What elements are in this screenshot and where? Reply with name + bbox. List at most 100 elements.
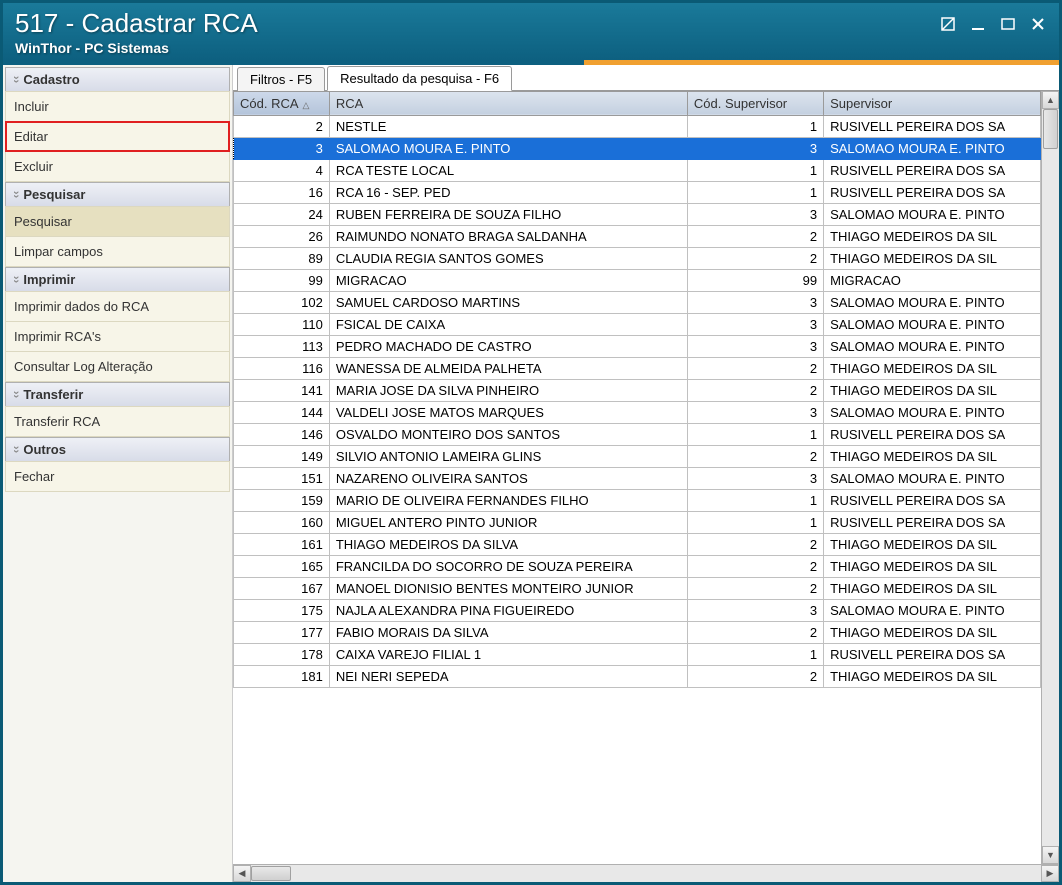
table-row[interactable]: 110FSICAL DE CAIXA3SALOMAO MOURA E. PINT… [234, 313, 1041, 335]
scroll-left-icon[interactable]: ◀ [233, 865, 251, 882]
table-cell: 141 [234, 379, 330, 401]
sidebar-item[interactable]: Incluir [5, 91, 230, 122]
table-row[interactable]: 113PEDRO MACHADO DE CASTRO3SALOMAO MOURA… [234, 335, 1041, 357]
sidebar-item[interactable]: Consultar Log Alteração [5, 351, 230, 382]
table-cell: 2 [687, 577, 823, 599]
table-cell: 113 [234, 335, 330, 357]
sidebar-item[interactable]: Pesquisar [5, 206, 230, 237]
table-row[interactable]: 160MIGUEL ANTERO PINTO JUNIOR1RUSIVELL P… [234, 511, 1041, 533]
sidebar-section-header[interactable]: ››Outros [5, 437, 230, 462]
table-row[interactable]: 161THIAGO MEDEIROS DA SILVA2THIAGO MEDEI… [234, 533, 1041, 555]
sidebar-item[interactable]: Limpar campos [5, 236, 230, 267]
scroll-down-icon[interactable]: ▼ [1042, 846, 1059, 864]
column-header[interactable]: Supervisor [824, 91, 1041, 115]
hscroll-track[interactable] [251, 865, 1041, 882]
table-row[interactable]: 3SALOMAO MOURA E. PINTO3SALOMAO MOURA E.… [234, 137, 1041, 159]
table-cell: CLAUDIA REGIA SANTOS GOMES [329, 247, 687, 269]
table-cell: 4 [234, 159, 330, 181]
table-row[interactable]: 116WANESSA DE ALMEIDA PALHETA2THIAGO MED… [234, 357, 1041, 379]
hscroll-thumb[interactable] [251, 866, 291, 881]
close-icon[interactable] [1029, 15, 1047, 33]
column-header[interactable]: Cód. RCA△ [234, 91, 330, 115]
table-cell: 16 [234, 181, 330, 203]
titlebar: 517 - Cadastrar RCA WinThor - PC Sistema… [3, 3, 1059, 60]
table-cell: RCA 16 - SEP. PED [329, 181, 687, 203]
table-cell: 99 [687, 269, 823, 291]
table-row[interactable]: 181NEI NERI SEPEDA2THIAGO MEDEIROS DA SI… [234, 665, 1041, 687]
column-header-label: Cód. Supervisor [694, 96, 787, 111]
scroll-right-icon[interactable]: ▶ [1041, 865, 1059, 882]
table-row[interactable]: 146OSVALDO MONTEIRO DOS SANTOS1RUSIVELL … [234, 423, 1041, 445]
table-cell: MIGUEL ANTERO PINTO JUNIOR [329, 511, 687, 533]
vertical-scrollbar[interactable]: ▲ ▼ [1041, 91, 1059, 864]
sidebar-section-label: Outros [23, 442, 66, 457]
sidebar-section-header[interactable]: ››Transferir [5, 382, 230, 407]
table-row[interactable]: 89CLAUDIA REGIA SANTOS GOMES2THIAGO MEDE… [234, 247, 1041, 269]
table-cell: THIAGO MEDEIROS DA SIL [824, 621, 1041, 643]
column-header[interactable]: Cód. Supervisor [687, 91, 823, 115]
table-cell: 3 [687, 203, 823, 225]
table-row[interactable]: 16RCA 16 - SEP. PED1RUSIVELL PEREIRA DOS… [234, 181, 1041, 203]
horizontal-scrollbar[interactable]: ◀ ▶ [233, 864, 1059, 882]
sidebar: ››CadastroIncluirEditarExcluir››Pesquisa… [3, 65, 233, 882]
minimize-icon[interactable] [969, 15, 987, 33]
table-row[interactable]: 175NAJLA ALEXANDRA PINA FIGUEIREDO3SALOM… [234, 599, 1041, 621]
table-row[interactable]: 26RAIMUNDO NONATO BRAGA SALDANHA2THIAGO … [234, 225, 1041, 247]
sidebar-item[interactable]: Transferir RCA [5, 406, 230, 437]
tab[interactable]: Filtros - F5 [237, 67, 325, 91]
sidebar-item[interactable]: Editar [5, 121, 230, 152]
sidebar-item[interactable]: Imprimir dados do RCA [5, 291, 230, 322]
table-row[interactable]: 159MARIO DE OLIVEIRA FERNANDES FILHO1RUS… [234, 489, 1041, 511]
body-area: ››CadastroIncluirEditarExcluir››Pesquisa… [3, 65, 1059, 882]
table-cell: 3 [687, 599, 823, 621]
sidebar-item[interactable]: Excluir [5, 151, 230, 182]
table-cell: MANOEL DIONISIO BENTES MONTEIRO JUNIOR [329, 577, 687, 599]
table-cell: SALOMAO MOURA E. PINTO [824, 203, 1041, 225]
sidebar-item[interactable]: Fechar [5, 461, 230, 492]
scroll-up-icon[interactable]: ▲ [1042, 91, 1059, 109]
table-cell: 165 [234, 555, 330, 577]
tab[interactable]: Resultado da pesquisa - F6 [327, 66, 512, 91]
table-body: 2NESTLE1RUSIVELL PEREIRA DOS SA3SALOMAO … [234, 115, 1041, 687]
table-cell: FSICAL DE CAIXA [329, 313, 687, 335]
column-header[interactable]: RCA [329, 91, 687, 115]
table-cell: RUSIVELL PEREIRA DOS SA [824, 489, 1041, 511]
table-cell: SAMUEL CARDOSO MARTINS [329, 291, 687, 313]
sidebar-section-label: Imprimir [23, 272, 75, 287]
table-row[interactable]: 149SILVIO ANTONIO LAMEIRA GLINS2THIAGO M… [234, 445, 1041, 467]
table-row[interactable]: 24RUBEN FERREIRA DE SOUZA FILHO3SALOMAO … [234, 203, 1041, 225]
sidebar-section-header[interactable]: ››Imprimir [5, 267, 230, 292]
table-cell: 3 [687, 335, 823, 357]
table-row[interactable]: 178CAIXA VAREJO FILIAL 11RUSIVELL PEREIR… [234, 643, 1041, 665]
table-row[interactable]: 141MARIA JOSE DA SILVA PINHEIRO2THIAGO M… [234, 379, 1041, 401]
table-row[interactable]: 99MIGRACAO99MIGRACAO [234, 269, 1041, 291]
table-row[interactable]: 167MANOEL DIONISIO BENTES MONTEIRO JUNIO… [234, 577, 1041, 599]
table-cell: 110 [234, 313, 330, 335]
table-cell: 1 [687, 643, 823, 665]
table-cell: 1 [687, 511, 823, 533]
table-cell: THIAGO MEDEIROS DA SILVA [329, 533, 687, 555]
edit-icon[interactable] [939, 15, 957, 33]
maximize-icon[interactable] [999, 15, 1017, 33]
chevron-down-icon: ›› [10, 275, 21, 282]
table-cell: 167 [234, 577, 330, 599]
table-row[interactable]: 102SAMUEL CARDOSO MARTINS3SALOMAO MOURA … [234, 291, 1041, 313]
table-row[interactable]: 4RCA TESTE LOCAL1RUSIVELL PEREIRA DOS SA [234, 159, 1041, 181]
table-cell: RAIMUNDO NONATO BRAGA SALDANHA [329, 225, 687, 247]
table-cell: 146 [234, 423, 330, 445]
table-cell: NEI NERI SEPEDA [329, 665, 687, 687]
table-row[interactable]: 2NESTLE1RUSIVELL PEREIRA DOS SA [234, 115, 1041, 137]
table-row[interactable]: 165FRANCILDA DO SOCORRO DE SOUZA PEREIRA… [234, 555, 1041, 577]
table-cell: SALOMAO MOURA E. PINTO [329, 137, 687, 159]
table-cell: 2 [687, 621, 823, 643]
table-row[interactable]: 177FABIO MORAIS DA SILVA2THIAGO MEDEIROS… [234, 621, 1041, 643]
sidebar-item[interactable]: Imprimir RCA's [5, 321, 230, 352]
vscroll-thumb[interactable] [1043, 109, 1058, 149]
sidebar-section-header[interactable]: ››Cadastro [5, 67, 230, 92]
table-row[interactable]: 144VALDELI JOSE MATOS MARQUES3SALOMAO MO… [234, 401, 1041, 423]
table-cell: 1 [687, 489, 823, 511]
table-row[interactable]: 151NAZARENO OLIVEIRA SANTOS3SALOMAO MOUR… [234, 467, 1041, 489]
sidebar-section-header[interactable]: ››Pesquisar [5, 182, 230, 207]
table-cell: THIAGO MEDEIROS DA SIL [824, 379, 1041, 401]
table-cell: 144 [234, 401, 330, 423]
